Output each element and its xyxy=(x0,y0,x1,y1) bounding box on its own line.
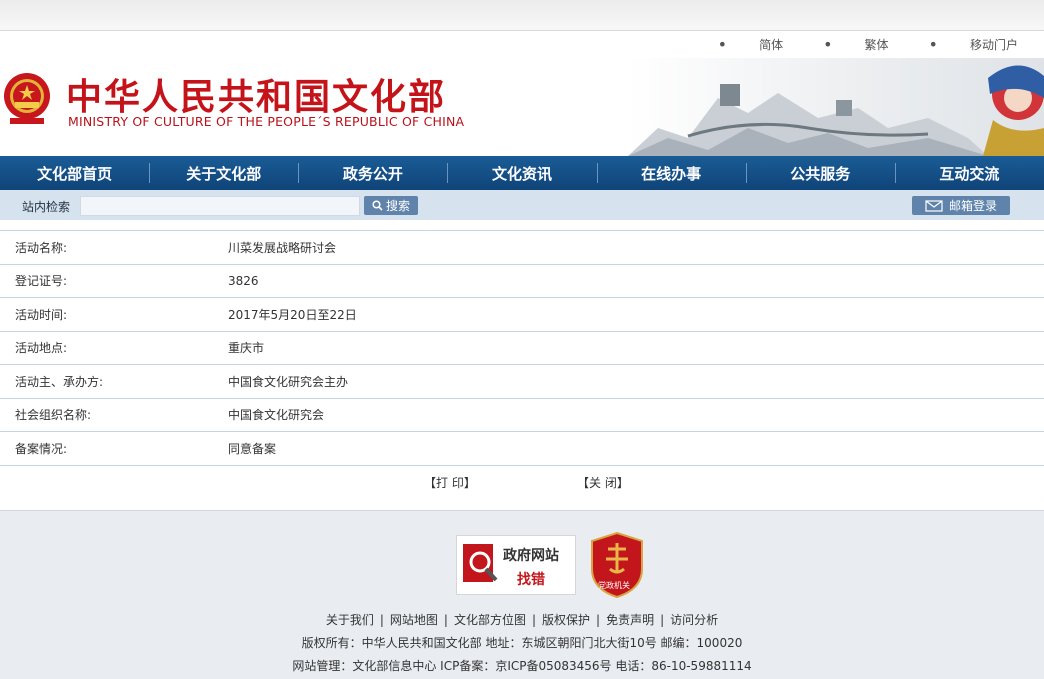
site-footer: 政府网站 找错 党政机关 关于我们 | 网站地图 | 文化部方位图 | 版权保护 | 免责声明 |… xyxy=(0,510,1044,679)
table-row: 活动主、承办方: 中国食文化研究会主办 xyxy=(0,364,1044,398)
management-text: 网站管理：文化部信息中心 ICP备案：京ICP备05083456号 电话：86-… xyxy=(292,659,752,673)
table-row: 登记证号: 3826 xyxy=(0,263,1044,298)
party-gov-badge[interactable]: 党政机关 xyxy=(588,531,646,599)
field-value: 中国食文化研究会 xyxy=(228,408,325,423)
nav-item-government-affairs[interactable]: 政务公开 xyxy=(298,156,447,190)
national-emblem-icon xyxy=(4,73,50,124)
separator: | xyxy=(379,613,384,627)
search-bar: 站内检索 搜索 邮箱登录 xyxy=(0,190,1044,220)
site-header: 中华人民共和国文化部 MINISTRY OF CULTURE OF THE PE… xyxy=(0,58,1044,156)
site-title-cn[interactable]: 中华人民共和国文化部 xyxy=(66,68,446,120)
simplified-link[interactable]: • 简体 xyxy=(718,36,783,53)
field-value: 3826 xyxy=(228,273,259,288)
site-title-en: MINISTRY OF CULTURE OF THE PEOPLE´S REPU… xyxy=(68,114,465,129)
field-value: 川菜发展战略研讨会 xyxy=(228,240,337,255)
activity-details-table: 活动名称: 川菜发展战略研讨会 登记证号: 3826 活动时间: 2017年5月20日… xyxy=(0,230,1044,466)
field-value: 同意备案 xyxy=(228,441,277,456)
browser-top-strip xyxy=(0,0,1044,31)
field-value: 2017年5月20日至22日 xyxy=(228,307,357,322)
language-links: • 简体 • 繁体 • 移动门户 xyxy=(678,36,1018,53)
copyright-text: 版权所有：中华人民共和国文化部 地址：东城区朝阳门北大街10号 邮编：10002… xyxy=(301,636,743,650)
search-icon xyxy=(372,200,383,211)
field-label: 活动主、承办方: xyxy=(15,374,104,389)
nav-item-interaction[interactable]: 互动交流 xyxy=(894,156,1044,190)
field-label: 活动时间: xyxy=(15,307,68,322)
mail-icon xyxy=(925,199,943,212)
field-label: 活动地点: xyxy=(15,341,68,356)
field-label: 社会组织名称: xyxy=(15,408,92,423)
table-row: 活动时间: 2017年5月20日至22日 xyxy=(0,297,1044,331)
badge-line1: 政府网站 xyxy=(503,548,559,564)
gov-site-error-report-badge[interactable]: 政府网站 找错 xyxy=(456,535,576,595)
nav-item-about[interactable]: 关于文化部 xyxy=(149,156,298,190)
footer-link-sitemap[interactable]: 网站地图 xyxy=(390,613,438,627)
footer-link-location-map[interactable]: 文化部方位图 xyxy=(454,613,526,627)
separator: | xyxy=(596,613,601,627)
field-label: 备案情况: xyxy=(15,441,68,456)
field-label: 活动名称: xyxy=(15,240,68,255)
field-value: 重庆市 xyxy=(228,341,265,356)
table-row: 社会组织名称: 中国食文化研究会 xyxy=(0,397,1044,432)
separator: | xyxy=(443,613,448,627)
close-button[interactable]: 【关 闭】 xyxy=(577,474,629,491)
nav-item-news[interactable]: 文化资讯 xyxy=(447,156,596,190)
table-row: 活动名称: 川菜发展战略研讨会 xyxy=(0,230,1044,264)
separator: | xyxy=(531,613,537,627)
search-button[interactable]: 搜索 xyxy=(364,196,418,215)
magnifier-icon xyxy=(463,544,498,582)
bullet-icon: • xyxy=(928,34,938,54)
table-row: 活动地点: 重庆市 xyxy=(0,330,1044,365)
footer-link-about[interactable]: 关于我们 xyxy=(326,613,374,627)
nav-item-online-services[interactable]: 在线办事 xyxy=(596,156,746,190)
footer-link-analytics[interactable]: 访问分析 xyxy=(670,613,718,627)
great-wall-banner-image xyxy=(628,58,1044,156)
table-row: 备案情况: 同意备案 xyxy=(0,431,1044,466)
footer-link-copyright[interactable]: 版权保护 xyxy=(542,613,590,627)
footer-link-disclaimer[interactable]: 免责声明 xyxy=(606,613,654,627)
mail-login-button[interactable]: 邮箱登录 xyxy=(912,196,1010,215)
badge2-label: 党政机关 xyxy=(598,581,630,590)
search-input[interactable] xyxy=(80,196,360,216)
nav-item-public-services[interactable]: 公共服务 xyxy=(745,156,895,190)
separator: | xyxy=(660,613,665,627)
main-nav: 文化部首页 关于文化部 政务公开 文化资讯 在线办事 公共服务 互动交流 xyxy=(0,156,1044,190)
bullet-icon: • xyxy=(823,34,833,54)
print-button[interactable]: 【打 印】 xyxy=(424,474,476,491)
nav-item-home[interactable]: 文化部首页 xyxy=(0,156,149,190)
search-label: 站内检索 xyxy=(22,200,71,214)
bullet-icon: • xyxy=(717,34,728,54)
mobile-portal-link[interactable]: • 移动门户 xyxy=(929,36,1018,53)
badge-line2: 找错 xyxy=(517,572,545,588)
field-value: 中国食文化研究会主办 xyxy=(228,374,349,389)
traditional-link[interactable]: • 繁体 xyxy=(823,36,888,53)
footer-links: 关于我们 | 网站地图 | 文化部方位图 | 版权保护 | 免责声明 | 访问分析 xyxy=(0,611,1044,628)
field-label: 登记证号: xyxy=(15,274,68,289)
